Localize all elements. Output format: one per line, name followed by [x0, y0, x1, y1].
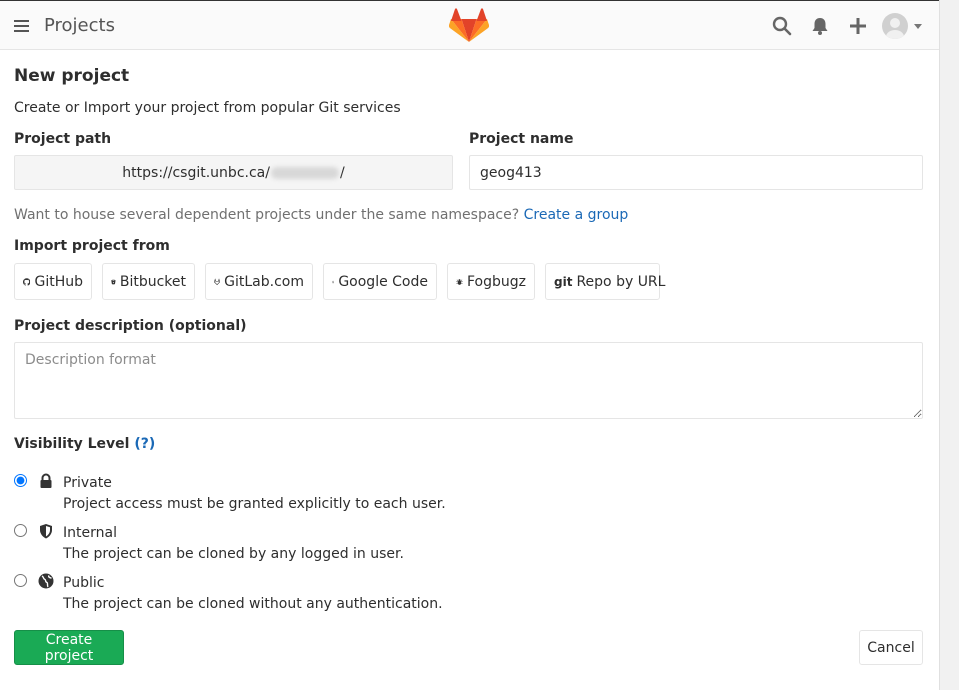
- page-subtitle: Create or Import your project from popul…: [14, 100, 401, 116]
- import-repo-url-label: Repo by URL: [576, 273, 666, 290]
- plus-icon[interactable]: [848, 16, 868, 36]
- import-bitbucket-button[interactable]: Bitbucket: [102, 263, 195, 300]
- visibility-public-title: Public: [63, 575, 105, 591]
- page-title: New project: [14, 66, 130, 86]
- visibility-private-radio[interactable]: [14, 474, 27, 487]
- import-fogbugz-button[interactable]: Fogbugz: [447, 263, 535, 300]
- import-github-button[interactable]: GitHub: [14, 263, 92, 300]
- user-silhouette-icon: [886, 18, 904, 39]
- visibility-public-radio[interactable]: [14, 574, 27, 587]
- description-textarea[interactable]: [14, 342, 923, 419]
- bitbucket-icon: [111, 279, 116, 284]
- visibility-private-title: Private: [63, 475, 112, 491]
- import-google-code-button[interactable]: Google Code: [323, 263, 437, 300]
- description-label: Project description (optional): [14, 318, 247, 334]
- import-github-label: GitHub: [34, 273, 83, 290]
- create-project-button[interactable]: Create project: [14, 630, 124, 665]
- import-fogbugz-label: Fogbugz: [466, 273, 526, 290]
- project-path-field: https://csgit.unbc.ca/ /: [14, 155, 453, 190]
- shield-icon: [40, 524, 52, 539]
- visibility-internal-desc: The project can be cloned by any logged …: [63, 546, 404, 562]
- import-label: Import project from: [14, 238, 170, 254]
- import-repo-url-button[interactable]: git Repo by URL: [545, 263, 665, 300]
- path-suffix: /: [339, 164, 345, 181]
- avatar[interactable]: [882, 13, 908, 39]
- scrollbar[interactable]: [939, 0, 959, 690]
- import-gitlab-label: GitLab.com: [224, 273, 304, 290]
- visibility-internal-radio[interactable]: [14, 524, 27, 537]
- group-hint-text: Want to house several dependent projects…: [14, 207, 520, 223]
- hamburger-icon[interactable]: [14, 20, 29, 32]
- import-google-code-label: Google Code: [338, 273, 428, 290]
- bell-icon[interactable]: [810, 16, 830, 36]
- create-group-link[interactable]: Create a group: [524, 207, 629, 223]
- github-icon: [23, 277, 31, 286]
- gitlab-logo[interactable]: [449, 8, 489, 44]
- path-prefix: https://csgit.unbc.ca/: [122, 164, 270, 181]
- google-icon: [332, 280, 335, 283]
- visibility-internal-title: Internal: [63, 525, 117, 541]
- import-bitbucket-label: Bitbucket: [119, 273, 186, 290]
- visibility-private-desc: Project access must be granted explicitl…: [63, 496, 446, 512]
- project-name-label: Project name: [469, 131, 574, 147]
- bug-icon: [456, 278, 463, 285]
- visibility-public-desc: The project can be cloned without any au…: [63, 596, 443, 612]
- lock-icon: [40, 473, 52, 488]
- namespace-redacted: [270, 166, 339, 179]
- visibility-help-link[interactable]: (?): [134, 436, 155, 452]
- group-hint: Want to house several dependent projects…: [14, 207, 628, 223]
- gitlab-icon: [214, 277, 221, 285]
- visibility-label-text: Visibility Level: [14, 436, 130, 452]
- globe-icon: [38, 573, 54, 589]
- top-navbar: Projects: [0, 0, 939, 50]
- search-icon[interactable]: [772, 16, 792, 36]
- import-gitlab-button[interactable]: GitLab.com: [205, 263, 313, 300]
- cancel-button[interactable]: Cancel: [859, 630, 923, 665]
- chevron-down-icon[interactable]: [914, 24, 922, 29]
- visibility-label: Visibility Level (?): [14, 436, 155, 452]
- git-icon: git: [554, 274, 573, 289]
- project-path-label: Project path: [14, 131, 112, 147]
- header-title: Projects: [44, 15, 115, 36]
- project-name-input[interactable]: [469, 155, 923, 190]
